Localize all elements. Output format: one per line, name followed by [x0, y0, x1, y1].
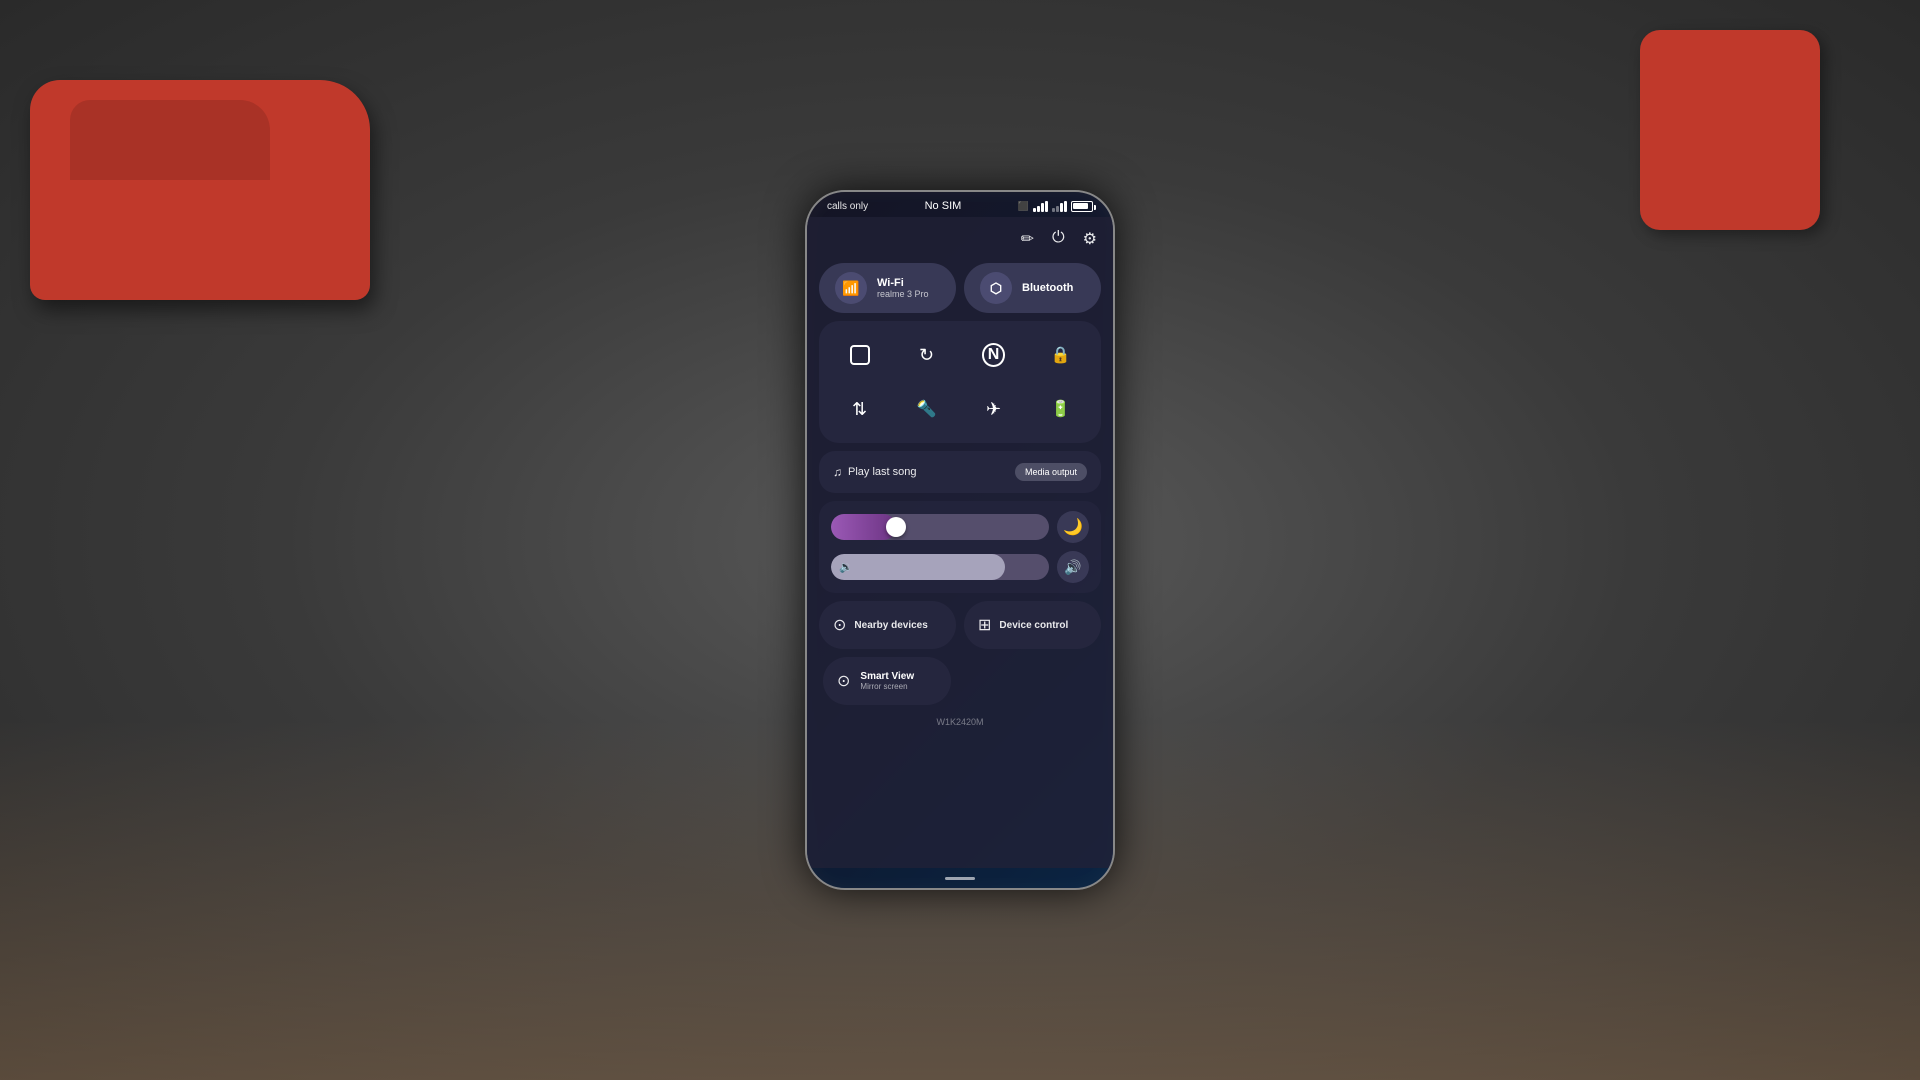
device-control-label: Device control: [999, 620, 1068, 631]
media-track-name: Play last song: [848, 466, 916, 478]
quick-settings-panel: ✏ ⏻ ⚙ 📶 Wi-Fi realme 3 Pro ⬡: [807, 217, 1113, 868]
navigation-bar: [807, 868, 1113, 888]
phone-wrapper: calls only No SIM ⬛: [805, 190, 1115, 890]
volume-slider-row: 🔉 🔊: [831, 551, 1089, 583]
smart-view-icon: ⊙: [837, 671, 850, 691]
airplane-icon: ✈: [986, 399, 1001, 420]
last-row: ⊙ Smart View Mirror screen: [819, 657, 1101, 705]
edit-icon[interactable]: ✏: [1021, 229, 1034, 249]
wifi-label: Wi-Fi: [877, 277, 929, 289]
sliders-area: 🌙 🔉 🔊: [819, 501, 1101, 593]
flashlight-tile[interactable]: 🔦: [898, 387, 955, 431]
status-calls-only: calls only: [827, 201, 868, 212]
bluetooth-tile-text: Bluetooth: [1022, 282, 1073, 294]
screen-record-icon: ⬛: [1018, 201, 1029, 212]
volume-button[interactable]: 🔊: [1057, 551, 1089, 583]
wifi-tile-text: Wi-Fi realme 3 Pro: [877, 277, 929, 299]
dark-mode-button[interactable]: 🌙: [1057, 511, 1089, 543]
wifi-icon-circle: 📶: [835, 272, 867, 304]
brightness-slider-row: 🌙: [831, 511, 1089, 543]
settings-icon[interactable]: ⚙: [1083, 229, 1097, 249]
screenshot-tile[interactable]: [831, 333, 888, 377]
volume-icon: 🔊: [1064, 559, 1081, 576]
status-no-sim: No SIM: [925, 200, 962, 212]
smart-view-label: Smart View: [860, 671, 914, 682]
nfc-tile[interactable]: N: [965, 333, 1022, 377]
red-scooter-decoration: [1640, 30, 1820, 230]
bottom-tiles-row: ⊙ Nearby devices ⊞ Device control: [819, 601, 1101, 649]
nearby-devices-tile[interactable]: ⊙ Nearby devices: [819, 601, 956, 649]
brightness-thumb[interactable]: [886, 517, 906, 537]
bluetooth-label: Bluetooth: [1022, 282, 1073, 294]
status-icons: ⬛: [1018, 201, 1093, 212]
flashlight-icon: 🔦: [917, 399, 937, 419]
phone: calls only No SIM ⬛: [805, 190, 1115, 890]
battery-saver-icon: 🔋: [1051, 399, 1071, 419]
smart-view-tile[interactable]: ⊙ Smart View Mirror screen: [823, 657, 951, 705]
main-tiles-row: 📶 Wi-Fi realme 3 Pro ⬡ Bluetooth: [819, 263, 1101, 313]
bluetooth-icon: ⬡: [990, 280, 1002, 297]
screen-lock-tile[interactable]: 🔒: [1032, 333, 1089, 377]
battery-icon: [1071, 201, 1093, 212]
data-saver-icon: ⇅: [852, 399, 867, 420]
brightness-slider[interactable]: [831, 514, 1049, 540]
auto-rotate-tile[interactable]: ↻: [898, 333, 955, 377]
wifi-network-name: realme 3 Pro: [877, 289, 929, 299]
volume-vibrate-icon: 🔉: [839, 561, 853, 574]
nav-handle: [945, 877, 975, 880]
top-action-icons: ✏ ⏻ ⚙: [819, 225, 1101, 255]
screen-lock-icon: 🔒: [1051, 345, 1071, 365]
bluetooth-icon-circle: ⬡: [980, 272, 1012, 304]
device-control-icon: ⊞: [978, 615, 991, 635]
volume-fill: [831, 554, 1005, 580]
bluetooth-tile[interactable]: ⬡ Bluetooth: [964, 263, 1101, 313]
smart-view-text: Smart View Mirror screen: [860, 671, 914, 691]
device-control-tile[interactable]: ⊞ Device control: [964, 601, 1101, 649]
auto-rotate-icon: ↻: [919, 345, 934, 366]
volume-slider[interactable]: 🔉: [831, 554, 1049, 580]
wifi-tile[interactable]: 📶 Wi-Fi realme 3 Pro: [819, 263, 956, 313]
power-icon[interactable]: ⏻: [1052, 229, 1065, 249]
cell-signal-icon: [1052, 201, 1067, 212]
device-id: W1K2420M: [819, 713, 1101, 729]
media-title: ♫ Play last song: [833, 465, 916, 479]
small-tiles-grid: ↻ N 🔒 ⇅ 🔦 ✈ 🔋: [819, 321, 1101, 443]
status-bar: calls only No SIM ⬛: [807, 192, 1113, 217]
smart-view-sublabel: Mirror screen: [860, 682, 914, 691]
nfc-icon: N: [982, 343, 1006, 367]
screenshot-icon: [850, 345, 870, 365]
nearby-devices-icon: ⊙: [833, 615, 846, 635]
nearby-devices-label: Nearby devices: [854, 620, 927, 631]
moon-icon: 🌙: [1063, 517, 1083, 537]
red-car-decoration: [30, 80, 370, 300]
media-player: ♫ Play last song Media output: [819, 451, 1101, 493]
music-note-icon: ♫: [833, 465, 842, 479]
media-output-button[interactable]: Media output: [1015, 463, 1087, 481]
battery-saver-tile[interactable]: 🔋: [1032, 387, 1089, 431]
data-saver-tile[interactable]: ⇅: [831, 387, 888, 431]
airplane-tile[interactable]: ✈: [965, 387, 1022, 431]
wifi-signal-icon: [1033, 201, 1048, 212]
wifi-icon: 📶: [842, 280, 859, 297]
